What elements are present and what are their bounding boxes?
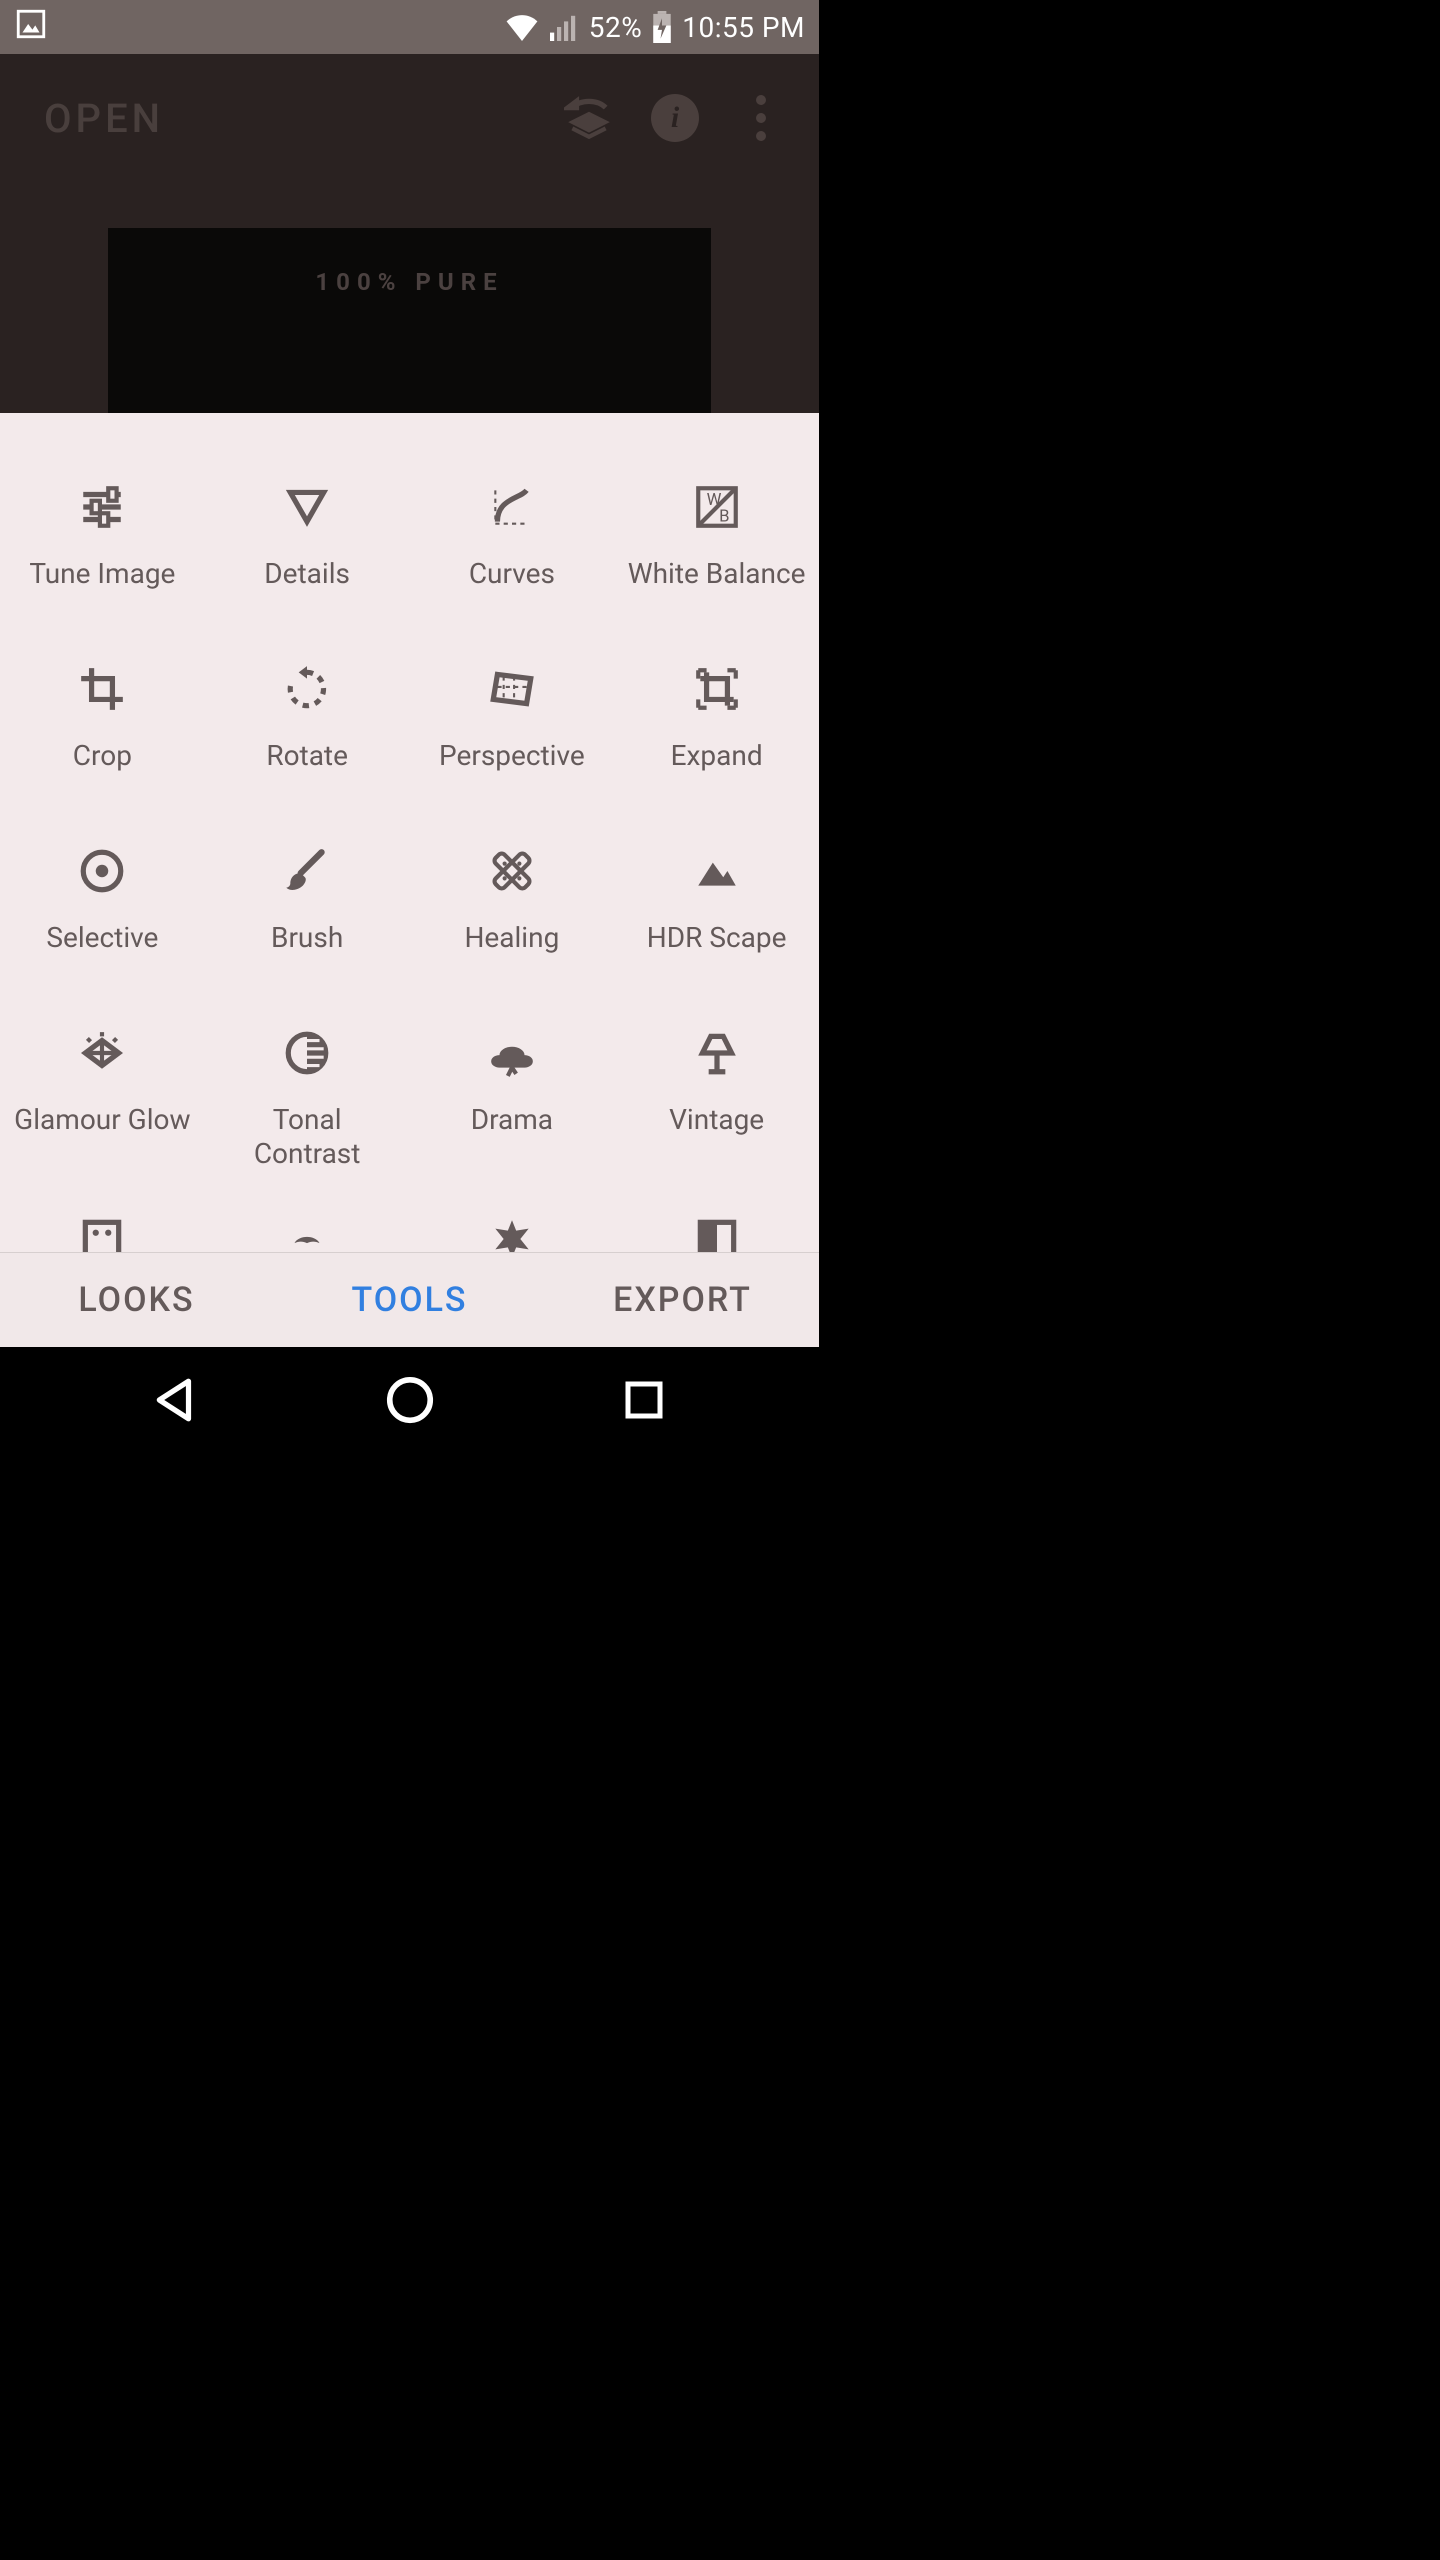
tool-label: Selective [46,921,158,955]
tool-label: Tune Image [29,557,175,591]
tool-label: Glamour Glow [14,1103,190,1137]
details-icon [279,479,335,535]
image-overlay-text: 100% PURE [315,268,503,296]
tool-retrolux[interactable] [205,1211,410,1252]
tool-rotate[interactable]: Rotate [205,661,410,803]
tab-tools[interactable]: TOOLS [273,1253,546,1347]
home-button[interactable] [383,1373,437,1431]
picture-icon [14,7,48,48]
glow-icon [74,1025,130,1081]
rotate-icon [279,661,335,717]
vintage-icon [689,1025,745,1081]
tool-tonal-contrast[interactable]: Tonal Contrast [205,1025,410,1171]
clock: 10:55 PM [682,11,805,44]
tool-label: HDR Scape [647,921,787,955]
grunge-icon [484,1211,540,1252]
tool-label: Brush [271,921,343,955]
healing-icon [484,843,540,899]
tool-drama[interactable]: Drama [410,1025,615,1171]
brush-icon [279,843,335,899]
tool-glamour-glow[interactable]: Glamour Glow [0,1025,205,1171]
tool-label: Tonal Contrast [217,1103,397,1171]
android-nav-bar [0,1347,819,1456]
retrolux-icon [279,1211,335,1252]
app-bar: OPEN i [0,54,819,182]
curves-icon [484,479,540,535]
bottom-tabs: LOOKS TOOLS EXPORT [0,1252,819,1347]
tool-tune-image[interactable]: Tune Image [0,479,205,621]
open-button[interactable]: OPEN [44,95,164,142]
hdr-icon [689,843,745,899]
tool-expand[interactable]: Expand [614,661,819,803]
grainy-icon [74,1211,130,1252]
wb-icon [689,479,745,535]
back-button[interactable] [151,1375,201,1429]
tool-white-balance[interactable]: White Balance [614,479,819,621]
tab-looks[interactable]: LOOKS [0,1253,273,1347]
battery-charging-icon [652,11,672,43]
more-icon[interactable] [733,90,789,146]
tool-label: Curves [469,557,555,591]
tool-grid: Tune Image Details Curves White Balance Crop… [0,413,819,1252]
tool-label: White Balance [628,557,806,591]
recents-button[interactable] [620,1376,668,1428]
cell-signal-icon [549,13,579,41]
tool-grainy-film[interactable] [0,1211,205,1252]
drama-icon [484,1025,540,1081]
tool-curves[interactable]: Curves [410,479,615,621]
crop-icon [74,661,130,717]
tonal-icon [279,1025,335,1081]
bw-icon [689,1211,745,1252]
tab-export[interactable]: EXPORT [546,1253,819,1347]
tool-hdr-scape[interactable]: HDR Scape [614,843,819,985]
tool-label: Vintage [669,1103,764,1137]
perspective-icon [484,661,540,717]
tools-panel: Tune Image Details Curves White Balance Crop… [0,413,819,1252]
tool-crop[interactable]: Crop [0,661,205,803]
info-icon[interactable]: i [647,90,703,146]
tool-brush[interactable]: Brush [205,843,410,985]
image-preview-area: 100% PURE [0,182,819,413]
tool-label: Details [264,557,350,591]
wifi-icon [505,13,539,41]
tool-grunge[interactable] [410,1211,615,1252]
tool-label: Drama [471,1103,553,1137]
tool-label: Perspective [439,739,585,773]
status-bar: 52% 10:55 PM [0,0,819,54]
selective-icon [74,843,130,899]
tune-icon [74,479,130,535]
undo-stack-icon[interactable] [561,90,617,146]
tool-label: Crop [73,739,132,773]
tool-selective[interactable]: Selective [0,843,205,985]
battery-percent: 52% [589,11,642,44]
tool-label: Healing [464,921,559,955]
tool-label: Rotate [266,739,348,773]
tool-label: Expand [671,739,763,773]
tool-details[interactable]: Details [205,479,410,621]
image-preview: 100% PURE [108,228,711,414]
tool-healing[interactable]: Healing [410,843,615,985]
tool-vintage[interactable]: Vintage [614,1025,819,1171]
expand-icon [689,661,745,717]
tool-perspective[interactable]: Perspective [410,661,615,803]
tool-bw[interactable] [614,1211,819,1252]
